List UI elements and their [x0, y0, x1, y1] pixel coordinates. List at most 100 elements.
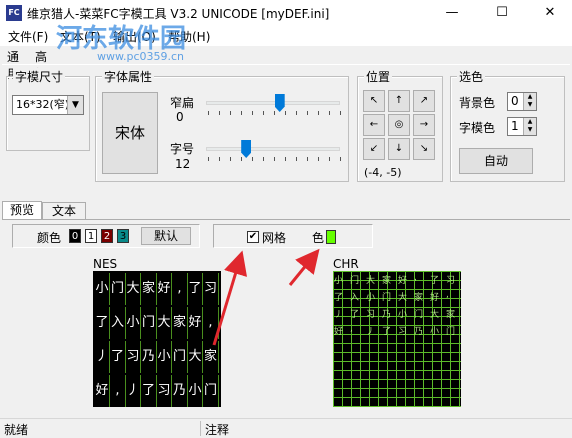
font-size-select-value: 16*32(窄) [16, 98, 70, 111]
tab-preview[interactable]: 预览 [2, 201, 42, 220]
move-down-left-button[interactable]: ↙ [363, 138, 385, 160]
font-size-group: 字模尺寸 16*32(窄) ▼ [6, 68, 90, 151]
nes-label: NES [93, 257, 118, 271]
chr-glyph: 小 [398, 310, 408, 320]
grid-color-swatch[interactable] [326, 230, 336, 244]
size-slider[interactable] [206, 147, 340, 151]
slider-tick [329, 111, 330, 115]
nes-glyph: 了 [142, 375, 157, 407]
chr-glyph: 家 [414, 293, 424, 303]
spinner-arrows-icon[interactable]: ▲ ▼ [523, 118, 536, 135]
chr-glyph: 大 [398, 293, 408, 303]
slider-tick [285, 111, 286, 115]
slider-tick [285, 157, 286, 161]
slider-tick [296, 111, 297, 115]
fg-color-spinner[interactable]: 1 ▲ ▼ [507, 117, 537, 136]
grid-checkbox[interactable]: ✔ [247, 231, 259, 243]
move-left-button[interactable]: ← [363, 114, 385, 136]
chr-glyph: 门 [350, 276, 360, 286]
font-size-select[interactable]: 16*32(窄) ▼ [12, 95, 84, 115]
narrow-value: 0 [176, 110, 184, 124]
chr-glyph: 家 [446, 310, 456, 320]
chr-glyph: 大 [366, 276, 376, 286]
font-select-button[interactable]: 宋体 [102, 92, 158, 174]
slider-tick [241, 157, 242, 161]
move-up-right-button[interactable]: ↗ [413, 90, 435, 112]
palette-swatch[interactable]: 0 [69, 229, 81, 243]
position-group: 位置 ↖ ↑ ↗ ← ◎ → ↙ ↓ ↘ (-4, -5) [357, 68, 443, 182]
chr-glyph: 好 [334, 327, 344, 337]
palette-color-label: 颜色 [37, 231, 62, 245]
nes-glyph: 门 [204, 375, 219, 407]
status-bar: 就绪 注释 [0, 418, 572, 437]
nes-glyph: 了 [188, 273, 203, 305]
slider-tick [307, 111, 308, 115]
size-slider-thumb[interactable] [241, 140, 252, 158]
chr-glyph: 门 [446, 327, 456, 337]
slider-tick [318, 157, 319, 161]
nes-glyph: , [173, 273, 188, 305]
move-up-left-button[interactable]: ↖ [363, 90, 385, 112]
font-attr-group-title: 字体属性 [102, 68, 155, 85]
default-palette-button[interactable]: 默认 [141, 227, 191, 245]
nes-glyph: 大 [188, 341, 203, 373]
maximize-button[interactable]: ☐ [484, 0, 520, 26]
nes-glyph: 小 [157, 341, 172, 373]
status-right: 注释 [205, 423, 230, 437]
move-down-right-button[interactable]: ↘ [413, 138, 435, 160]
menu-file[interactable]: 文件(F) [8, 28, 48, 45]
spinner-arrows-icon[interactable]: ▲ ▼ [523, 93, 536, 110]
narrow-label: 窄扁 [170, 96, 195, 110]
center-button[interactable]: ◎ [388, 114, 410, 136]
nes-glyph: 小 [126, 307, 141, 339]
chevron-down-icon[interactable]: ▼ [67, 96, 83, 114]
chr-glyph: 小 [430, 327, 440, 337]
narrow-slider-thumb[interactable] [274, 94, 285, 112]
size-label: 字号 [170, 142, 195, 156]
chr-glyph: 乃 [382, 310, 392, 320]
bg-color-spinner[interactable]: 0 ▲ ▼ [507, 92, 537, 111]
auto-button[interactable]: 自动 [459, 148, 533, 174]
chr-canvas[interactable]: 小门大家好,了习了入小门大家好,丿了习乃小门大家好,丿了习乃小门 [333, 271, 461, 407]
nes-glyph: , [204, 307, 219, 339]
slider-tick [307, 157, 308, 161]
slider-tick [318, 111, 319, 115]
nes-glyph: 好 [188, 307, 203, 339]
chr-glyph: 习 [366, 310, 376, 320]
color-select-group-title: 选色 [457, 68, 486, 85]
nes-glyph: , [111, 375, 126, 407]
chr-glyph: 大 [430, 310, 440, 320]
status-left: 就绪 [4, 423, 29, 437]
position-coords: (-4, -5) [364, 166, 402, 179]
nes-canvas[interactable]: 小门大家好,了习了入小门大家好,丿了习乃小门大家好,丿了习乃小门 [93, 271, 221, 407]
minimize-button[interactable]: — [434, 0, 470, 26]
nes-glyph: 大 [157, 307, 172, 339]
chr-glyph: 乃 [414, 327, 424, 337]
chr-glyph: 小 [366, 293, 376, 303]
palette-swatch[interactable]: 2 [101, 229, 113, 243]
chr-glyph: 习 [446, 276, 456, 286]
slider-tick [274, 111, 275, 115]
narrow-slider[interactable] [206, 101, 340, 105]
nes-glyph: 家 [142, 273, 157, 305]
nes-glyph: 乃 [173, 375, 188, 407]
move-down-button[interactable]: ↓ [388, 138, 410, 160]
slider-tick [208, 111, 209, 115]
nes-glyph: 门 [173, 341, 188, 373]
palette-swatch[interactable]: 3 [117, 229, 129, 243]
app-icon[interactable]: FC [6, 5, 22, 21]
chr-glyph: 好 [430, 293, 440, 303]
nes-glyph: 习 [157, 375, 172, 407]
palette-swatch[interactable]: 1 [85, 229, 97, 243]
slider-tick [241, 111, 242, 115]
nes-glyph: 丿 [126, 375, 141, 407]
font-attr-group: 字体属性 宋体 窄扁 0 字号 12 [95, 68, 349, 182]
move-up-button[interactable]: ↑ [388, 90, 410, 112]
chr-glyph: 了 [430, 276, 440, 286]
close-button[interactable]: ✕ [532, 0, 568, 26]
nes-glyph: 门 [111, 273, 126, 305]
slider-tick [230, 111, 231, 115]
font-size-group-title: 字模尺寸 [13, 68, 66, 85]
move-right-button[interactable]: → [413, 114, 435, 136]
slider-tick [329, 157, 330, 161]
